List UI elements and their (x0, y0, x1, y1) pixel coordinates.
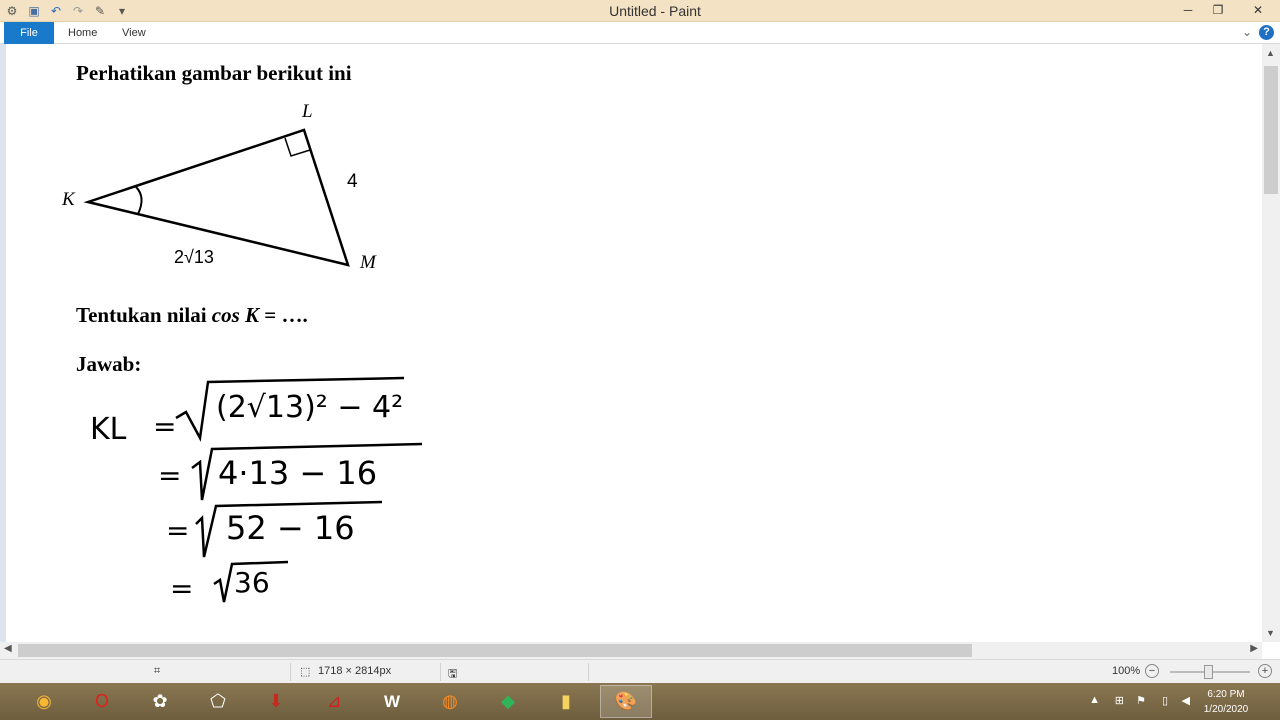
paint-brush-app-icon[interactable]: ✿ (134, 685, 186, 718)
scroll-left-icon[interactable]: ◀ (4, 643, 12, 654)
vertical-scroll-thumb[interactable] (1264, 66, 1278, 194)
network-icon[interactable]: ⊞ (1115, 694, 1124, 707)
minimize-button[interactable]: ─ (1176, 0, 1200, 20)
handwritten-eq-4: = (170, 572, 194, 605)
tray-expand-icon[interactable]: ▲ (1089, 694, 1100, 706)
scroll-right-icon[interactable]: ▶ (1250, 643, 1258, 654)
pdf-reader-icon[interactable]: ⊿ (308, 685, 360, 718)
ribbon: File Home View ⌄ ? (0, 22, 1280, 44)
handwritten-radicand-4: 36 (234, 566, 270, 599)
opera-icon[interactable]: O (76, 685, 128, 718)
taskbar: ◉ O ✿ ⬠ ⬇ ⊿ W ◍ ◆ ▮ 🎨 ▲ ⊞ ⚑ ▯ ◀ 6:20 PM … (0, 683, 1280, 720)
image-dimensions: 1718 × 2814px (318, 665, 392, 677)
horizontal-scroll-thumb[interactable] (18, 644, 972, 657)
maximize-button[interactable]: ❐ (1206, 0, 1230, 20)
handwritten-eq-2: = (158, 459, 182, 492)
tab-home[interactable]: Home (56, 22, 109, 44)
cursor-position-icon: ⌗ (154, 665, 161, 677)
drawing-canvas[interactable]: Perhatikan gambar berikut ini K L M 4 2√… (0, 44, 1262, 642)
handwritten-eq-1: = (153, 410, 177, 443)
collapse-ribbon-icon[interactable]: ⌄ (1242, 25, 1252, 39)
zoom-out-button[interactable]: − (1145, 664, 1159, 678)
geogebra-icon[interactable]: ⬠ (192, 685, 244, 718)
handwritten-working: KL = (2√13)² − 4² = 4·13 − 16 = 52 − 16 … (6, 44, 506, 642)
zoom-in-button[interactable]: + (1258, 664, 1272, 678)
download-manager-icon[interactable]: ⬇ (250, 685, 302, 718)
window-title: Untitled - Paint (609, 3, 701, 19)
vertical-scrollbar[interactable]: ▲ ▼ (1262, 44, 1280, 642)
zoom-slider-knob[interactable] (1204, 665, 1213, 679)
volume-icon[interactable]: ◀ (1182, 694, 1190, 707)
help-button[interactable]: ? (1259, 25, 1274, 40)
clock-date: 1/20/2020 (1203, 704, 1249, 715)
clock[interactable]: 6:20 PM 1/20/2020 (1196, 687, 1256, 717)
tab-file[interactable]: File (4, 22, 54, 44)
action-center-icon[interactable]: ⚑ (1136, 694, 1146, 707)
zoom-level: 100% (1112, 665, 1141, 677)
camtasia-icon[interactable]: ◆ (482, 685, 534, 718)
file-size-icon: 🖫 (448, 668, 458, 680)
handwritten-radicand-2: 4·13 − 16 (218, 454, 378, 492)
scroll-down-icon[interactable]: ▼ (1266, 628, 1275, 638)
handwritten-radicand-3: 52 − 16 (226, 509, 355, 547)
firefox-icon[interactable]: ◍ (424, 685, 476, 718)
tab-view[interactable]: View (110, 22, 158, 44)
start-orb-icon[interactable]: ◉ (18, 685, 70, 718)
word-icon[interactable]: W (366, 685, 418, 718)
status-bar: ⌗ ⬚ 1718 × 2814px 🖫 100% − + (0, 659, 1280, 683)
radical-strokes (175, 376, 423, 603)
paint-icon[interactable]: 🎨 (600, 685, 652, 718)
scroll-up-icon[interactable]: ▲ (1266, 48, 1275, 58)
handwritten-kl: KL (90, 412, 127, 447)
handwritten-radicand-1: (2√13)² − 4² (216, 390, 404, 425)
handwritten-eq-3: = (166, 514, 190, 547)
clock-time: 6:20 PM (1207, 689, 1245, 700)
horizontal-scrollbar[interactable]: ◀ ▶ (0, 642, 1262, 659)
battery-icon[interactable]: ▯ (1162, 694, 1168, 707)
close-button[interactable]: ✕ (1236, 0, 1280, 20)
title-bar: ⚙ ▣ ↶ ↷ ✎ ▾ Untitled - Paint ─ ❐ ✕ (0, 0, 1280, 22)
selection-size-icon: ⬚ (300, 666, 311, 678)
file-explorer-icon[interactable]: ▮ (540, 685, 592, 718)
